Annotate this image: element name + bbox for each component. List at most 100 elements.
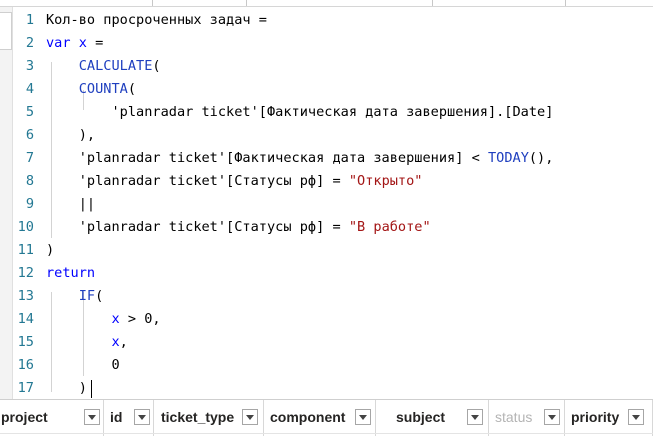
left-panel-tab[interactable] xyxy=(0,12,12,50)
code-line[interactable]: 8 'planradar ticket'[Статусы рф] = "Откр… xyxy=(13,170,653,193)
column-header-ticket-type[interactable]: ticket_type xyxy=(154,400,264,436)
code-line[interactable]: 9 || xyxy=(13,193,653,216)
code-line[interactable]: 1 Кол-во просроченных задач = xyxy=(13,9,653,32)
code-token: 'planradar ticket'[Статусы рф] = xyxy=(46,173,349,189)
code-line[interactable]: 11) xyxy=(13,239,653,262)
code-token: 'planradar ticket'[Фактическая дата заве… xyxy=(46,150,488,166)
code-text: ), xyxy=(46,124,95,147)
code-token: 'planradar ticket'[Фактическая дата заве… xyxy=(46,104,554,120)
code-text: return xyxy=(46,262,95,285)
dropdown-arrow-icon[interactable] xyxy=(242,409,258,425)
text-cursor xyxy=(91,380,92,398)
code-text: ) xyxy=(46,377,87,399)
column-header-subject[interactable]: subject xyxy=(376,400,489,436)
code-token: ) xyxy=(46,380,87,396)
code-token: = xyxy=(86,35,104,51)
line-number: 12 xyxy=(17,265,34,281)
code-token: ( xyxy=(152,58,161,74)
line-number: 3 xyxy=(25,58,34,74)
code-line[interactable]: 17 ) xyxy=(13,377,653,399)
code-token: TODAY xyxy=(487,150,529,166)
line-number: 15 xyxy=(17,334,34,350)
code-line[interactable]: 14 x > 0, xyxy=(13,308,653,331)
column-header-label: project xyxy=(1,409,48,425)
code-line[interactable]: 13 IF( xyxy=(13,285,653,308)
column-header-id[interactable]: id xyxy=(104,400,154,436)
code-text: 0 xyxy=(46,354,119,377)
code-text: 'planradar ticket'[Фактическая дата заве… xyxy=(46,101,553,124)
dropdown-arrow-icon[interactable] xyxy=(84,409,100,425)
code-token: Кол-во просроченных задач = xyxy=(46,12,267,28)
code-line[interactable]: 2 var x = xyxy=(13,32,653,55)
dropdown-arrow-icon[interactable] xyxy=(544,409,560,425)
line-number: 8 xyxy=(25,173,34,189)
code-text: var x = xyxy=(46,32,103,55)
code-line[interactable]: 3 CALCULATE( xyxy=(13,55,653,78)
code-line[interactable]: 12 return xyxy=(13,262,653,285)
column-header-label: subject xyxy=(396,409,446,425)
line-number: 14 xyxy=(17,311,34,327)
code-text: IF( xyxy=(46,285,104,308)
column-header-label: status xyxy=(495,409,533,425)
code-line[interactable]: 10 'planradar ticket'[Статусы рф] = "В р… xyxy=(13,216,653,239)
code-text: x > 0, xyxy=(46,308,160,331)
code-line[interactable]: 6 ), xyxy=(13,124,653,147)
line-number: 9 xyxy=(25,196,34,212)
code-token: x xyxy=(78,35,87,51)
code-token: 'planradar ticket'[Статусы рф] = xyxy=(46,219,349,235)
code-token: || xyxy=(46,196,96,212)
code-text: COUNTA( xyxy=(46,78,136,101)
column-header-priority[interactable]: priority xyxy=(565,400,653,436)
dropdown-arrow-icon[interactable] xyxy=(355,409,371,425)
code-token: return xyxy=(46,265,96,281)
top-strip-divider xyxy=(565,0,566,6)
line-number: 7 xyxy=(25,150,34,166)
code-token: IF xyxy=(78,288,96,304)
code-token: CALCULATE xyxy=(78,58,153,74)
line-number: 2 xyxy=(25,35,34,51)
line-number: 11 xyxy=(17,242,34,258)
column-header-status[interactable]: status xyxy=(489,400,565,436)
top-strip-divider xyxy=(246,0,247,6)
line-number: 16 xyxy=(17,357,34,373)
code-text: CALCULATE( xyxy=(46,55,161,78)
line-number: 17 xyxy=(17,380,34,396)
column-header-component[interactable]: component xyxy=(264,400,376,436)
top-strip-divider xyxy=(152,0,153,6)
code-token: x xyxy=(111,334,120,350)
dropdown-arrow-icon[interactable] xyxy=(134,409,150,425)
code-token: ) xyxy=(46,242,55,258)
code-text: Кол-во просроченных задач = xyxy=(46,9,267,32)
dropdown-arrow-icon[interactable] xyxy=(628,409,644,425)
code-text: 'planradar ticket'[Статусы рф] = "В рабо… xyxy=(46,216,431,239)
code-token: ( xyxy=(95,288,104,304)
code-line[interactable]: 15 x, xyxy=(13,331,653,354)
code-line[interactable]: 4 COUNTA( xyxy=(13,78,653,101)
line-number: 4 xyxy=(25,81,34,97)
code-line[interactable]: 7 'planradar ticket'[Фактическая дата за… xyxy=(13,147,653,170)
column-header-label: ticket_type xyxy=(161,409,235,425)
code-token: x xyxy=(111,311,120,327)
line-number: 1 xyxy=(25,12,34,28)
line-number: 13 xyxy=(17,288,34,304)
code-token: ), xyxy=(46,127,96,143)
column-header-label: id xyxy=(110,409,123,425)
code-line[interactable]: 16 0 xyxy=(13,354,653,377)
dax-formula-editor[interactable]: 1 Кол-во просроченных задач = 2 var x = 3 CA… xyxy=(13,7,653,399)
code-line[interactable]: 5 'planradar ticket'[Фактическая дата за… xyxy=(13,101,653,124)
code-token: ( xyxy=(127,81,137,97)
code-text: || xyxy=(46,193,95,216)
code-text: 'planradar ticket'[Фактическая дата заве… xyxy=(46,147,554,170)
line-number: 6 xyxy=(25,127,34,143)
line-number: 10 xyxy=(17,219,34,235)
code-token: , xyxy=(119,334,128,350)
row-divider xyxy=(0,433,653,434)
column-header-project[interactable]: project xyxy=(0,400,104,436)
top-strip xyxy=(0,0,653,7)
code-token: "В работе" xyxy=(348,219,431,235)
dropdown-arrow-icon[interactable] xyxy=(467,409,483,425)
table-header-bar: project id ticket_type component subject stat… xyxy=(0,399,653,436)
